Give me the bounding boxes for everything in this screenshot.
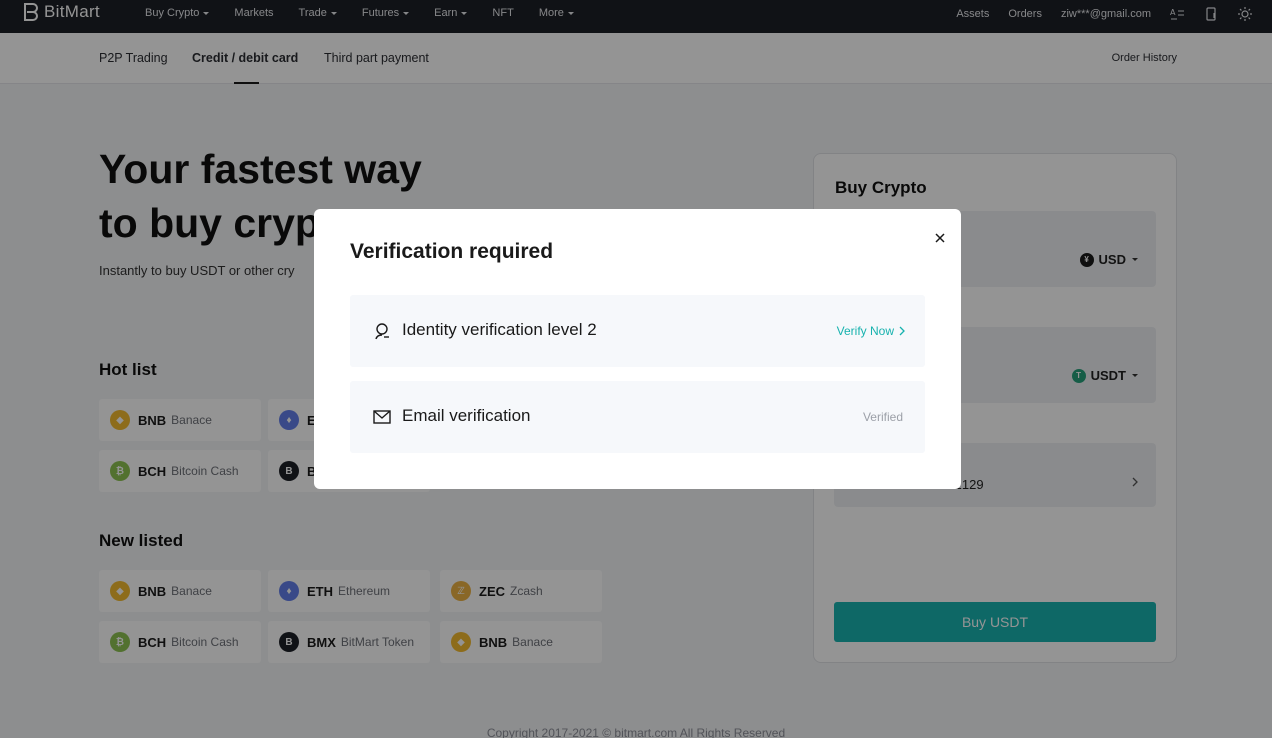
identity-verification-label: Identity verification level 2 xyxy=(402,320,597,339)
identity-icon xyxy=(375,323,389,340)
verify-now-label: Verify Now xyxy=(836,324,894,338)
close-icon[interactable] xyxy=(933,231,947,245)
email-verification-row: Email verification Verified xyxy=(350,381,925,453)
verified-status: Verified xyxy=(862,410,903,424)
verify-now-link[interactable]: Verify Now xyxy=(837,324,905,338)
chevron-right-icon xyxy=(899,326,905,336)
identity-verification-row: Identity verification level 2 Verify Now xyxy=(350,295,925,367)
modal-title: Verification required xyxy=(350,240,554,263)
verification-modal: Verification required Identity verificat… xyxy=(314,209,961,489)
email-verification-label: Email verification xyxy=(402,406,531,425)
mail-icon xyxy=(373,410,391,424)
